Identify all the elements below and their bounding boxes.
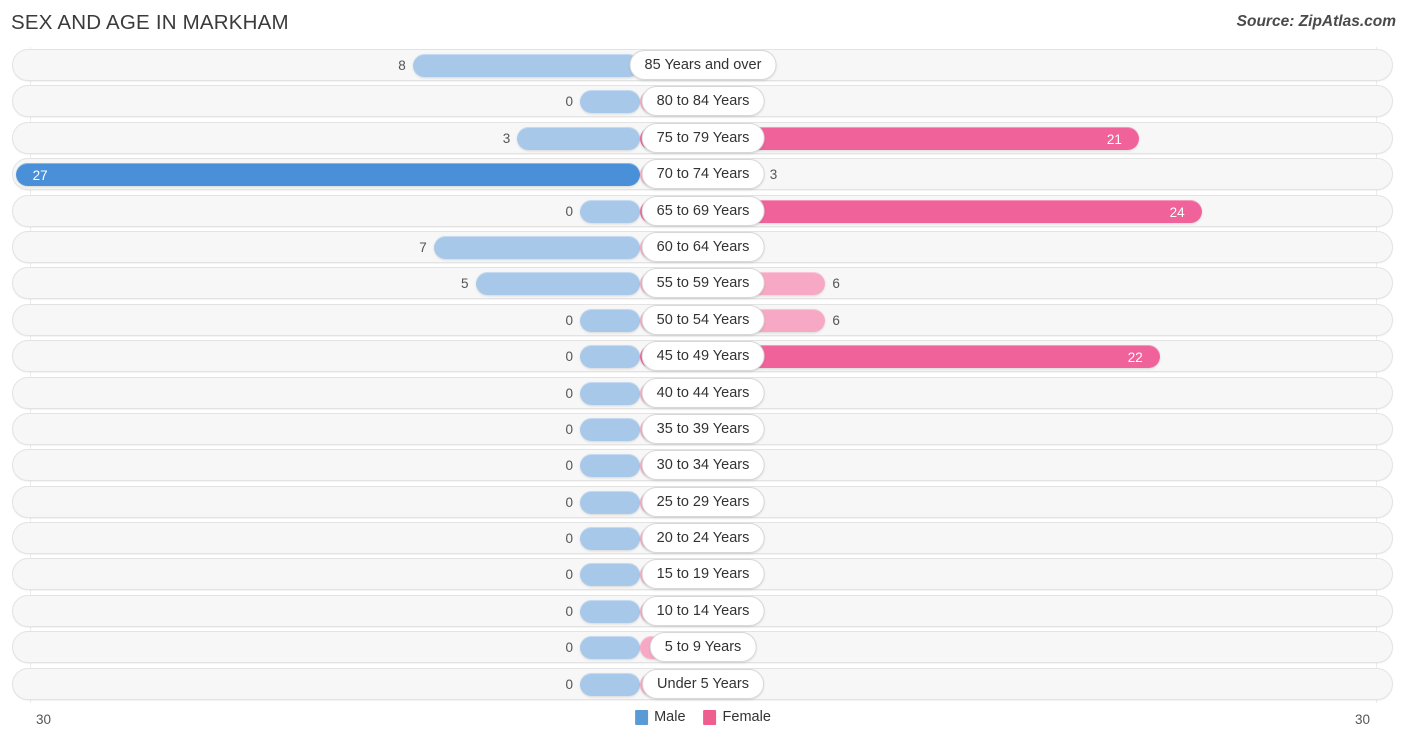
age-group-label: 65 to 69 Years: [641, 195, 765, 226]
age-group-label: 75 to 79 Years: [641, 122, 765, 153]
male-value-label: 0: [565, 531, 573, 547]
age-group-label: 70 to 74 Years: [641, 159, 765, 190]
male-value-label: 0: [565, 640, 573, 656]
chart-row: 0010 to 14 Years: [0, 593, 1406, 629]
chart-row: 5 6 55 to 59 Years: [0, 265, 1406, 301]
chart-row: 0015 to 19 Years: [0, 556, 1406, 592]
age-group-label: 15 to 19 Years: [641, 559, 765, 590]
chart-row: 3 21 75 to 79 Years: [0, 120, 1406, 156]
legend-label-male: Male: [654, 709, 686, 725]
male-bar[interactable]: [580, 599, 640, 623]
male-bar[interactable]: [517, 126, 640, 150]
male-bar[interactable]: [580, 345, 640, 369]
sex-and-age-chart: SEX AND AGE IN MARKHAM Source: ZipAtlas.…: [0, 0, 1406, 741]
age-group-label: 20 to 24 Years: [641, 523, 765, 554]
age-group-label: 40 to 44 Years: [641, 377, 765, 408]
male-value-label: 0: [565, 421, 573, 437]
male-bar[interactable]: [580, 527, 640, 551]
male-bar[interactable]: [433, 235, 640, 259]
male-value-label: 0: [565, 312, 573, 328]
male-bar[interactable]: [475, 272, 640, 296]
age-group-label: 45 to 49 Years: [641, 341, 765, 372]
female-value-label: 3: [769, 167, 778, 183]
male-bar[interactable]: [580, 563, 640, 587]
male-value-label: 0: [565, 458, 573, 474]
male-value-label: 5: [460, 276, 469, 292]
chart-row: 0020 to 24 Years: [0, 520, 1406, 556]
chart-row: 8085 Years and over: [0, 47, 1406, 83]
female-value-label: 6: [832, 312, 840, 328]
male-value-label: 0: [565, 203, 573, 219]
male-bar[interactable]: [15, 163, 640, 187]
age-group-label: 80 to 84 Years: [641, 86, 765, 117]
chart-row: 00Under 5 Years: [0, 666, 1406, 702]
axis-label-right: 30: [1354, 712, 1370, 727]
female-value-label: 22: [1127, 350, 1143, 366]
chart-row: 7060 to 64 Years: [0, 229, 1406, 265]
male-bar[interactable]: [580, 90, 640, 114]
chart-header: SEX AND AGE IN MARKHAM Source: ZipAtlas.…: [0, 0, 1406, 47]
male-bar[interactable]: [580, 454, 640, 478]
age-group-label: Under 5 Years: [642, 668, 764, 699]
chart-rows: 8085 Years and over0080 to 84 Years32175…: [0, 47, 1406, 702]
male-bar[interactable]: [412, 54, 640, 77]
chart-row: 0080 to 84 Years: [0, 83, 1406, 119]
chart-footer: 30 30 Male Female: [0, 703, 1406, 741]
male-color-swatch-icon: [635, 709, 649, 725]
male-bar[interactable]: [580, 490, 640, 514]
male-value-label: 0: [565, 603, 573, 619]
chart-row: 0040 to 44 Years: [0, 375, 1406, 411]
age-group-label: 55 to 59 Years: [641, 268, 765, 299]
source-attribution: Source: ZipAtlas.com: [1236, 13, 1396, 30]
chart-row: 0035 to 39 Years: [0, 411, 1406, 447]
legend-label-female: Female: [722, 709, 771, 725]
male-bar[interactable]: [580, 672, 640, 696]
age-group-label: 10 to 14 Years: [641, 595, 765, 626]
chart-row: 27 3 70 to 74 Years: [0, 156, 1406, 192]
age-group-label: 50 to 54 Years: [641, 304, 765, 335]
age-group-label: 25 to 29 Years: [641, 486, 765, 517]
axis-label-left: 30: [36, 712, 52, 727]
male-bar[interactable]: [580, 308, 640, 332]
plot-area: 8085 Years and over0080 to 84 Years32175…: [0, 47, 1406, 703]
male-value-label: 27: [32, 168, 48, 184]
male-value-label: 3: [502, 130, 511, 146]
male-value-label: 0: [565, 494, 573, 510]
age-group-label: 35 to 39 Years: [641, 413, 765, 444]
male-bar[interactable]: [580, 636, 640, 660]
chart-row: 0 6 50 to 54 Years: [0, 302, 1406, 338]
legend-item-female[interactable]: Female: [703, 709, 771, 725]
male-value-label: 0: [565, 567, 573, 583]
age-group-label: 5 to 9 Years: [649, 632, 757, 663]
chart-row: 0030 to 34 Years: [0, 447, 1406, 483]
age-group-label: 30 to 34 Years: [641, 450, 765, 481]
female-color-swatch-icon: [703, 709, 717, 725]
page-title: SEX AND AGE IN MARKHAM: [11, 11, 289, 34]
male-value-label: 0: [565, 385, 573, 401]
male-bar[interactable]: [580, 417, 640, 441]
male-value-label: 0: [565, 676, 573, 692]
female-value-label: 6: [832, 276, 840, 292]
legend-item-male[interactable]: Male: [635, 709, 686, 725]
male-bar[interactable]: [580, 381, 640, 405]
chart-row: 0 24 65 to 69 Years: [0, 193, 1406, 229]
male-value-label: 7: [419, 239, 427, 255]
chart-row: 0 22 45 to 49 Years: [0, 338, 1406, 374]
male-value-label: 0: [565, 94, 573, 110]
male-value-label: 8: [398, 58, 406, 73]
male-value-label: 0: [565, 349, 573, 365]
male-bar[interactable]: [580, 199, 640, 223]
female-value-label: 24: [1169, 204, 1185, 220]
chart-row: 0025 to 29 Years: [0, 484, 1406, 520]
chart-row: 005 to 9 Years: [0, 629, 1406, 665]
chart-legend: Male Female: [635, 709, 771, 725]
female-value-label: 21: [1106, 131, 1122, 147]
age-group-label: 85 Years and over: [629, 50, 777, 80]
age-group-label: 60 to 64 Years: [641, 231, 765, 262]
